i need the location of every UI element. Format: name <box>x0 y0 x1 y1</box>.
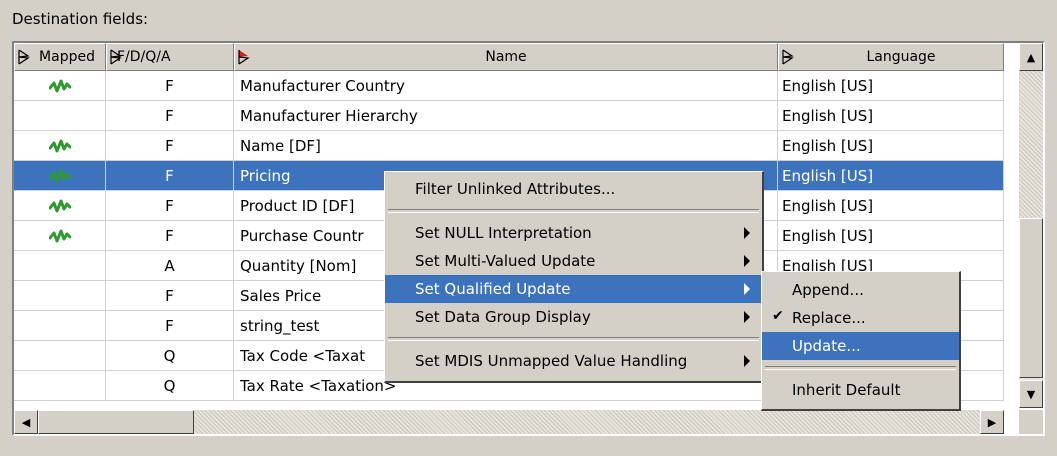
submenu-arrow-icon <box>744 355 750 367</box>
mapped-cell <box>14 161 106 190</box>
column-header-language-label: Language <box>866 49 936 65</box>
type-cell: F <box>106 311 234 340</box>
type-cell: F <box>106 191 234 220</box>
menu-item-label: Set Multi-Valued Update <box>415 252 596 270</box>
menu-item-label: Set NULL Interpretation <box>415 224 592 242</box>
mapped-link-icon <box>48 199 71 212</box>
mapped-link-icon <box>48 229 71 242</box>
language-cell: English [US] <box>778 71 1004 100</box>
submenu-arrow-icon <box>744 283 750 295</box>
scroll-down-button[interactable]: ▼ <box>1019 380 1043 408</box>
column-header-name-label: Name <box>485 49 527 65</box>
name-cell: Manufacturer Hierarchy <box>234 101 778 130</box>
type-cell: Q <box>106 371 234 400</box>
mapped-cell <box>14 221 106 250</box>
submenu-item-append[interactable]: Append... <box>762 276 959 304</box>
submenu-item-label: Replace... <box>792 309 866 327</box>
type-cell: F <box>106 71 234 100</box>
vertical-scrollbar[interactable]: ▲ ▼ <box>1019 43 1043 408</box>
column-header-language[interactable]: Language <box>778 43 1004 71</box>
language-cell: English [US] <box>778 101 1004 130</box>
type-cell: F <box>106 161 234 190</box>
submenu-item-update[interactable]: Update... <box>762 332 959 360</box>
mapped-cell <box>14 101 106 130</box>
menu-item-qualified-update[interactable]: Set Qualified Update <box>385 275 762 303</box>
submenu-arrow-icon <box>744 227 750 239</box>
sort-arrow-icon <box>238 50 250 65</box>
table-row[interactable]: F Name [DF] English [US] <box>14 131 1004 161</box>
horizontal-scroll-thumb[interactable] <box>38 410 194 434</box>
mapped-link-icon <box>48 79 71 92</box>
mapped-cell <box>14 251 106 280</box>
column-header-mapped-label: Mapped <box>39 49 95 65</box>
scroll-up-button[interactable]: ▲ <box>1019 43 1043 71</box>
column-header-mapped[interactable]: Mapped <box>14 43 106 71</box>
horizontal-scrollbar[interactable]: ◀ ▶ <box>14 410 1004 434</box>
mapped-cell <box>14 191 106 220</box>
scroll-left-button[interactable]: ◀ <box>14 410 38 434</box>
mapped-link-icon <box>48 139 71 152</box>
type-cell: F <box>106 131 234 160</box>
mapped-cell <box>14 71 106 100</box>
menu-item-label: Set MDIS Unmapped Value Handling <box>415 352 688 370</box>
sort-arrow-icon <box>18 49 30 65</box>
menu-item-filter-unlinked[interactable]: Filter Unlinked Attributes... <box>385 175 762 203</box>
scroll-thumb[interactable] <box>1019 218 1043 378</box>
type-cell: Q <box>106 341 234 370</box>
menu-item-mdis-unmapped[interactable]: Set MDIS Unmapped Value Handling <box>385 347 762 375</box>
name-cell: Name [DF] <box>234 131 778 160</box>
menu-item-data-group-display[interactable]: Set Data Group Display <box>385 303 762 331</box>
sort-arrow-icon <box>110 49 122 65</box>
mapped-cell <box>14 341 106 370</box>
mapped-cell <box>14 311 106 340</box>
context-menu: Filter Unlinked Attributes... Set NULL I… <box>384 171 764 383</box>
mapped-cell <box>14 131 106 160</box>
language-cell: English [US] <box>778 161 1004 190</box>
qualified-update-submenu: Append... ✔ Replace... Update... Inherit… <box>761 271 961 411</box>
table-row[interactable]: F Manufacturer Country English [US] <box>14 71 1004 101</box>
type-cell: F <box>106 221 234 250</box>
submenu-arrow-icon <box>744 255 750 267</box>
type-cell: A <box>106 251 234 280</box>
name-cell: Manufacturer Country <box>234 71 778 100</box>
grid-header: Mapped F/D/Q/A Name Language <box>14 43 1004 71</box>
scroll-right-button[interactable]: ▶ <box>980 410 1004 434</box>
submenu-item-inherit-default[interactable]: Inherit Default <box>762 376 959 404</box>
checkmark-icon: ✔ <box>772 308 784 324</box>
type-cell: F <box>106 101 234 130</box>
submenu-item-replace[interactable]: ✔ Replace... <box>762 304 959 332</box>
column-header-name[interactable]: Name <box>234 43 778 71</box>
mapped-cell <box>14 371 106 400</box>
language-cell: English [US] <box>778 131 1004 160</box>
column-header-fdqa[interactable]: F/D/Q/A <box>106 43 234 71</box>
mapped-cell <box>14 281 106 310</box>
scroll-track[interactable] <box>1019 71 1043 218</box>
menu-item-label: Set Data Group Display <box>415 308 591 326</box>
destination-fields-label: Destination fields: <box>12 10 149 28</box>
scrollbar-corner <box>1019 410 1043 434</box>
menu-item-label: Set Qualified Update <box>415 280 571 298</box>
menu-separator <box>388 337 759 341</box>
mapped-link-icon <box>48 169 71 182</box>
menu-item-multi-valued-update[interactable]: Set Multi-Valued Update <box>385 247 762 275</box>
submenu-arrow-icon <box>744 311 750 323</box>
language-cell: English [US] <box>778 221 1004 250</box>
table-row[interactable]: F Manufacturer Hierarchy English [US] <box>14 101 1004 131</box>
menu-item-null-interpretation[interactable]: Set NULL Interpretation <box>385 219 762 247</box>
menu-separator <box>388 209 759 213</box>
horizontal-scroll-track[interactable] <box>194 410 980 434</box>
menu-separator <box>765 366 956 370</box>
sort-arrow-icon <box>782 49 794 65</box>
type-cell: F <box>106 281 234 310</box>
language-cell: English [US] <box>778 191 1004 220</box>
